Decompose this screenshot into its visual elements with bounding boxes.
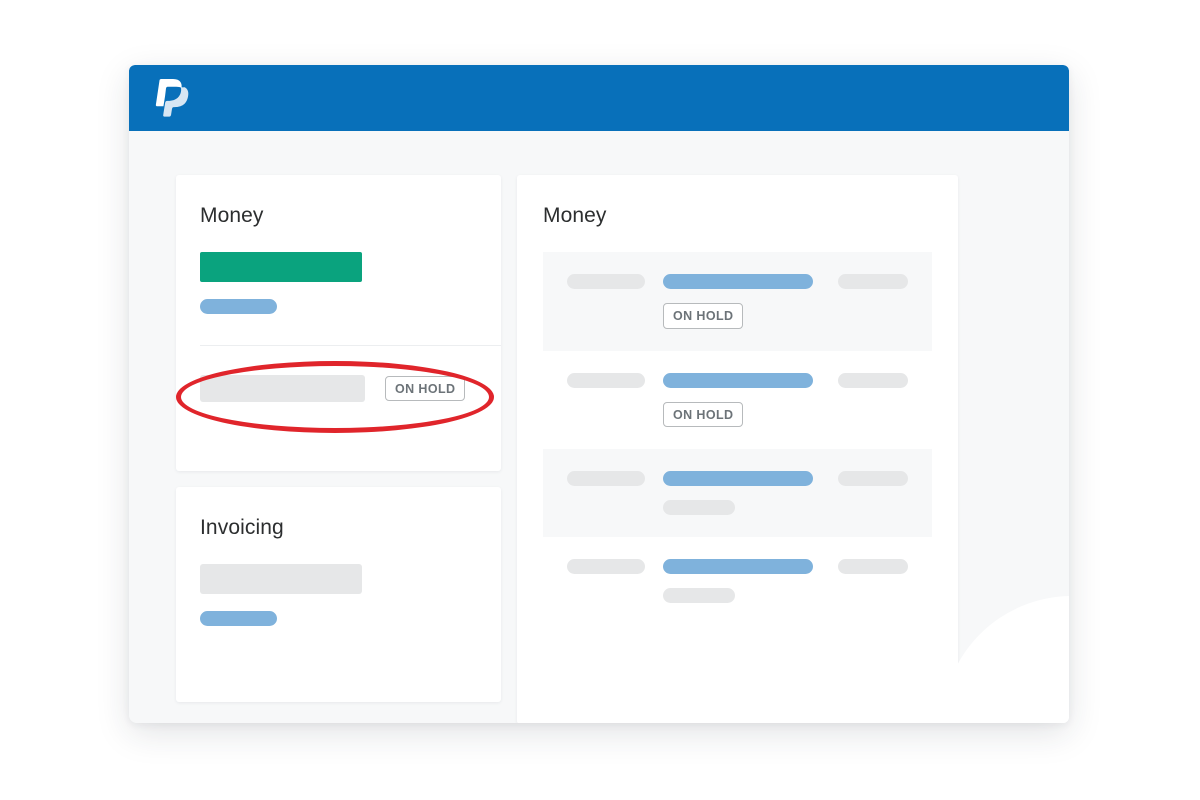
table-row-sub (567, 500, 908, 515)
row-date-cell (567, 471, 663, 486)
money-card-divider (200, 345, 501, 346)
row-description-cell (663, 274, 836, 289)
table-row-main (567, 559, 908, 574)
table-row-sub: ON HOLD (567, 401, 908, 427)
left-column: Money ON HOLD Invoicing (176, 175, 501, 723)
row-date-placeholder (567, 559, 645, 574)
money-balance-bar (200, 252, 362, 282)
row-date-cell (567, 559, 663, 574)
on-hold-amount-placeholder (200, 375, 365, 402)
row-description-placeholder[interactable] (663, 471, 813, 486)
row-description-cell (663, 559, 836, 574)
right-column: Money ON HOLD ON HOLD (517, 175, 958, 723)
row-description-cell (663, 372, 836, 388)
row-date-cell (567, 274, 663, 289)
row-date-cell (567, 372, 663, 388)
invoicing-action-link-placeholder[interactable] (200, 611, 277, 626)
row-description-placeholder[interactable] (663, 274, 813, 289)
screenshot-stage: Money ON HOLD Invoicing Money ON HOLD ON… (0, 0, 1200, 800)
money-action-link-placeholder[interactable] (200, 299, 277, 314)
row-amount-cell (836, 559, 908, 574)
row-description-placeholder[interactable] (663, 372, 813, 388)
on-hold-badge[interactable]: ON HOLD (663, 303, 744, 329)
table-row-main (567, 372, 908, 388)
table-row-main (567, 471, 908, 486)
money-activity-title: Money (543, 204, 607, 227)
money-card: Money ON HOLD (176, 175, 501, 471)
row-date-placeholder (567, 274, 645, 289)
row-amount-placeholder (838, 559, 908, 574)
row-description-placeholder[interactable] (663, 559, 813, 574)
on-hold-row[interactable]: ON HOLD (200, 375, 477, 402)
invoicing-amount-placeholder (200, 564, 362, 594)
row-amount-placeholder (838, 471, 908, 486)
invoicing-card: Invoicing (176, 487, 501, 702)
app-content: Money ON HOLD Invoicing Money ON HOLD ON… (129, 131, 1069, 723)
row-description-cell (663, 471, 836, 486)
row-amount-placeholder (838, 372, 908, 388)
table-row-sub: ON HOLD (567, 303, 908, 329)
paypal-logo-icon[interactable] (155, 79, 189, 117)
on-hold-badge[interactable]: ON HOLD (385, 375, 466, 402)
row-amount-cell (836, 471, 908, 486)
row-date-placeholder (567, 471, 645, 486)
row-date-placeholder (567, 372, 645, 388)
table-row[interactable] (543, 449, 932, 537)
table-row-sub (567, 588, 908, 603)
app-header-bar (129, 65, 1069, 131)
table-row[interactable]: ON HOLD (543, 351, 932, 450)
row-amount-cell (836, 274, 908, 289)
row-amount-cell (836, 372, 908, 388)
invoicing-card-title: Invoicing (200, 516, 284, 539)
app-window: Money ON HOLD Invoicing Money ON HOLD ON… (129, 65, 1069, 723)
row-status-placeholder (663, 588, 735, 603)
table-row-main (567, 274, 908, 289)
table-row[interactable] (543, 537, 932, 625)
on-hold-badge[interactable]: ON HOLD (663, 401, 744, 427)
money-card-title: Money (200, 204, 264, 227)
table-row[interactable]: ON HOLD (543, 252, 932, 351)
money-activity-panel: Money ON HOLD ON HOLD (517, 175, 958, 723)
row-status-placeholder (663, 500, 735, 515)
row-amount-placeholder (838, 274, 908, 289)
